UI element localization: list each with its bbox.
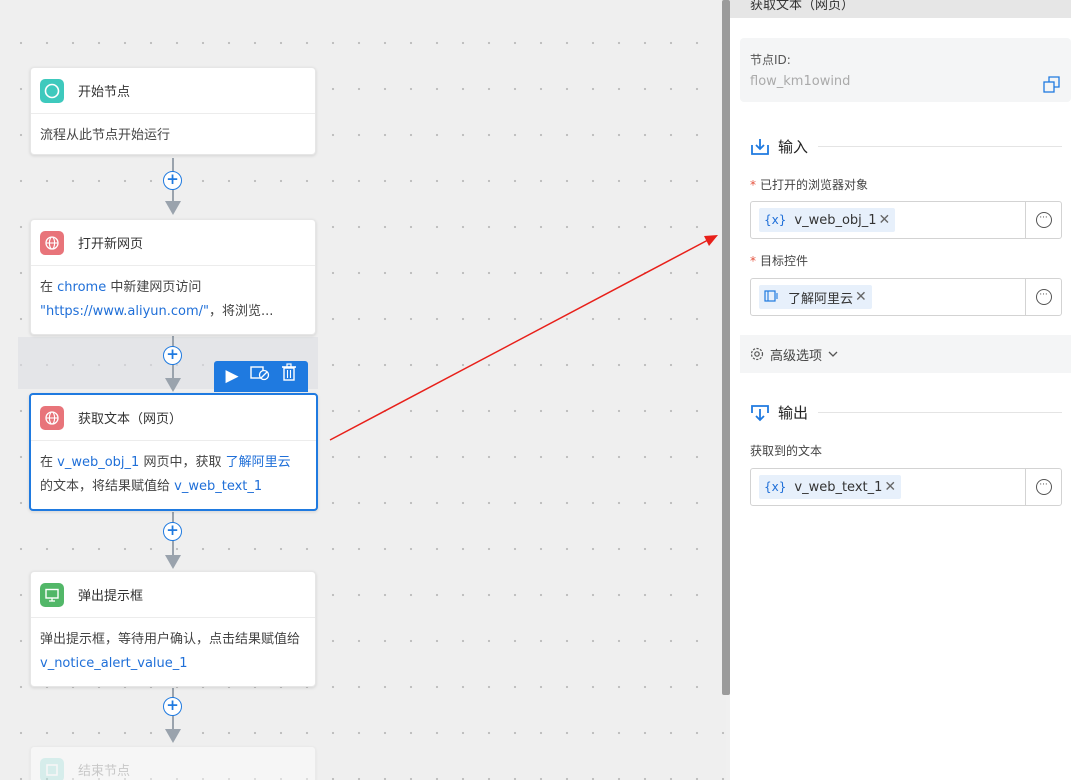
panel-header-title: 获取文本（网页）	[730, 0, 1071, 18]
browser-field-label: * 已打开的浏览器对象	[750, 178, 869, 192]
arrow-down-icon	[165, 555, 181, 569]
node-title: 弹出提示框	[78, 589, 144, 604]
output-field-label: 获取到的文本	[750, 444, 823, 458]
variable-icon: {x}	[764, 480, 787, 494]
chevron-down-icon	[828, 351, 838, 357]
run-icon[interactable]: ▶	[225, 361, 238, 392]
target-element-field[interactable]: 了解阿里云 ✕ ···	[750, 278, 1062, 316]
output-variable-field[interactable]: {x} v_web_text_1 ✕ ···	[750, 468, 1062, 506]
globe-icon	[40, 405, 64, 430]
target-link[interactable]: 了解阿里云	[226, 455, 291, 470]
more-options-button[interactable]: ···	[1025, 202, 1061, 238]
node-id-label: 节点ID:	[750, 53, 791, 67]
start-node[interactable]: 开始节点 流程从此节点开始运行	[30, 67, 316, 155]
more-options-button[interactable]: ···	[1025, 469, 1061, 505]
result-link[interactable]: v_web_text_1	[174, 479, 262, 494]
element-icon	[764, 289, 778, 305]
end-node[interactable]: 结束节点	[30, 746, 316, 780]
variable-icon: {x}	[764, 213, 787, 227]
monitor-icon	[40, 582, 64, 607]
target-field-label: * 目标控件	[750, 254, 809, 268]
node-id-box: 节点ID: flow_km1owind	[740, 38, 1071, 102]
output-section-title: 输出	[778, 404, 809, 422]
remove-icon[interactable]: ✕	[884, 479, 896, 495]
delete-icon[interactable]	[281, 361, 297, 392]
alert-node[interactable]: 弹出提示框 弹出提示框，等待用户确认，点击结果赋值给 v_notice_aler…	[30, 571, 316, 687]
remove-icon[interactable]: ✕	[879, 212, 891, 228]
properties-panel: 获取文本（网页） 节点ID: flow_km1owind 输入 * 已打开的浏览器…	[730, 0, 1071, 780]
more-icon: ···	[1035, 289, 1052, 305]
advanced-options-label: 高级选项	[770, 348, 823, 364]
add-node-button[interactable]: +	[163, 171, 182, 190]
node-title: 结束节点	[78, 764, 131, 779]
node-description: 流程从此节点开始运行	[40, 128, 171, 143]
web-obj-link[interactable]: v_web_obj_1	[57, 455, 139, 470]
arrow-down-icon	[165, 378, 181, 392]
add-node-button[interactable]: +	[163, 346, 182, 365]
node-id-value: flow_km1owind	[750, 74, 851, 89]
gear-icon	[750, 347, 764, 361]
globe-icon	[40, 230, 64, 255]
node-toolbar: ▶	[214, 361, 308, 392]
output-section-header: 输出	[750, 402, 1062, 423]
node-title: 开始节点	[78, 85, 131, 100]
node-description: 在 v_web_obj_1 网页中，获取 了解阿里云 的文本，将结果赋值给 v_w…	[40, 455, 291, 494]
add-node-button[interactable]: +	[163, 522, 182, 541]
element-tag: 了解阿里云 ✕	[759, 285, 872, 309]
flow-canvas[interactable]: + + + + 开始节点 流程从此节点开始运行 打开新网页 在 chrome 中…	[0, 0, 726, 780]
browser-object-field[interactable]: {x} v_web_obj_1 ✕ ···	[750, 201, 1062, 239]
result-link[interactable]: v_notice_alert_value_1	[40, 656, 188, 671]
node-description: 弹出提示框，等待用户确认，点击结果赋值给 v_notice_alert_valu…	[40, 632, 301, 671]
variable-tag: {x} v_web_obj_1 ✕	[759, 208, 896, 232]
input-section-header: 输入	[750, 136, 1062, 157]
remove-icon[interactable]: ✕	[855, 289, 867, 305]
end-square-icon	[40, 757, 64, 780]
node-title: 获取文本（网页）	[78, 412, 183, 427]
input-icon	[751, 138, 769, 155]
more-icon: ···	[1035, 479, 1052, 495]
start-circle-icon	[40, 78, 64, 103]
node-title: 打开新网页	[78, 237, 144, 252]
more-icon: ···	[1035, 212, 1052, 228]
get-text-node[interactable]: 获取文本（网页） 在 v_web_obj_1 网页中，获取 了解阿里云 的文本，将…	[29, 393, 318, 511]
output-icon	[751, 404, 769, 421]
copy-icon[interactable]	[1043, 76, 1060, 93]
panel-splitter[interactable]	[722, 0, 730, 695]
input-section-title: 输入	[778, 138, 809, 156]
arrow-down-icon	[165, 729, 181, 743]
url-link[interactable]: "https://www.aliyun.com/"	[40, 304, 209, 319]
variable-tag: {x} v_web_text_1 ✕	[759, 475, 902, 499]
add-node-button[interactable]: +	[163, 697, 182, 716]
browser-link[interactable]: chrome	[57, 280, 106, 295]
arrow-down-icon	[165, 201, 181, 215]
open-page-node[interactable]: 打开新网页 在 chrome 中新建网页访问 "https://www.aliyu…	[30, 219, 316, 335]
advanced-options-toggle[interactable]: 高级选项	[740, 335, 1071, 373]
more-options-button[interactable]: ···	[1025, 279, 1061, 315]
disable-icon[interactable]	[249, 361, 270, 392]
node-description: 在 chrome 中新建网页访问 "https://www.aliyun.com/…	[40, 280, 274, 319]
